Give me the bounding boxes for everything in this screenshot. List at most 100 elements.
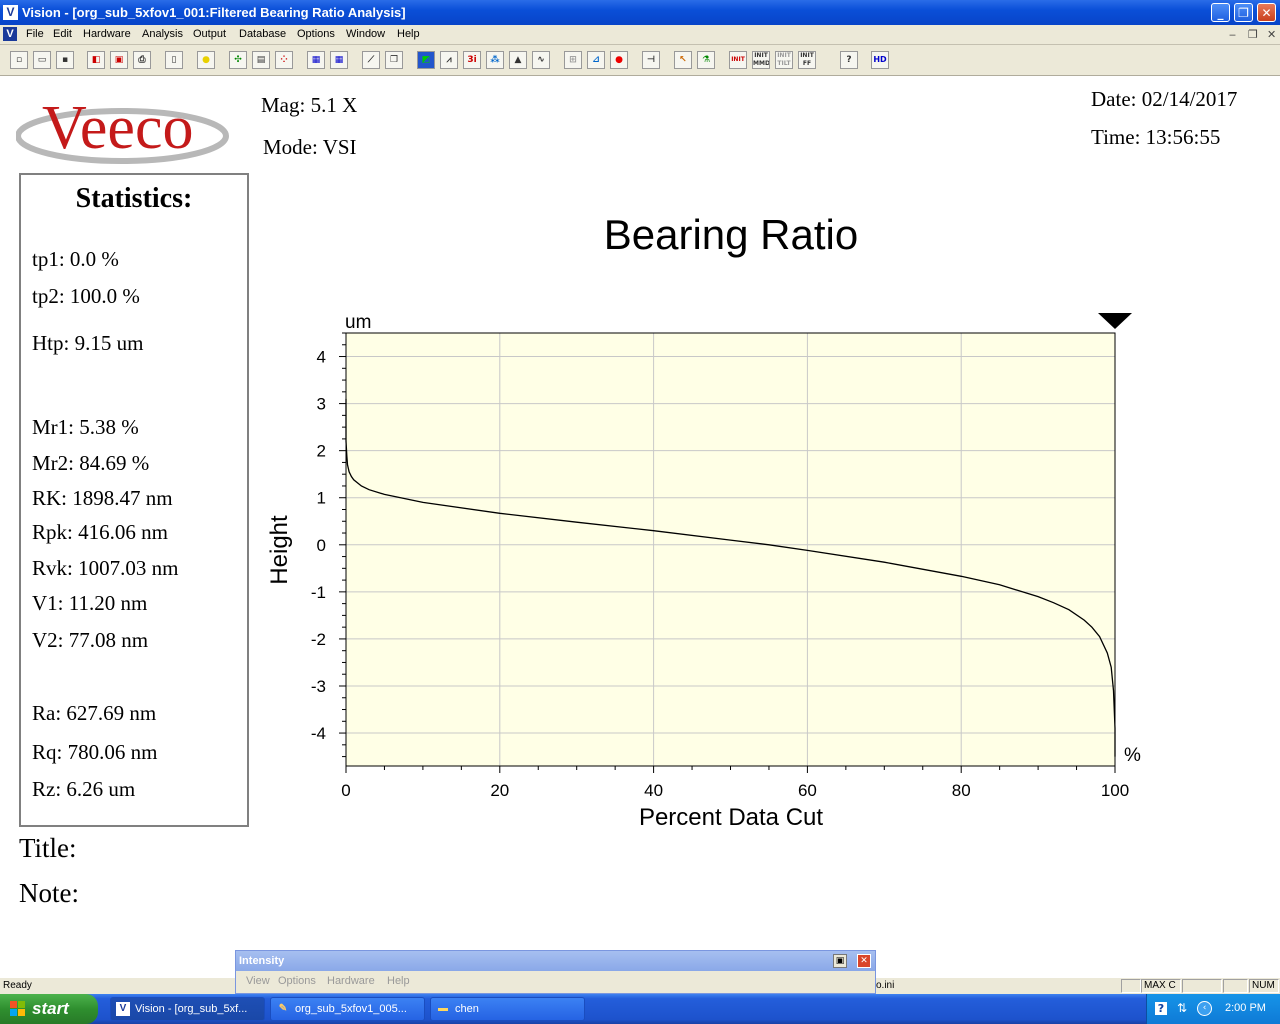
export-icon[interactable]: ◧: [87, 51, 105, 69]
3d-contour-icon[interactable]: ◩: [417, 51, 435, 69]
histogram-icon[interactable]: ⁂: [486, 51, 504, 69]
mdi-restore-button[interactable]: ❐: [1248, 28, 1258, 41]
menu-edit[interactable]: Edit: [53, 28, 72, 40]
menu-hardware[interactable]: Hardware: [83, 28, 131, 40]
init-icon[interactable]: INIT: [729, 51, 747, 69]
chevron-left-icon[interactable]: ‹: [1197, 1001, 1212, 1016]
task-folder[interactable]: ▬ chen: [430, 997, 585, 1021]
peaks-icon[interactable]: ▲: [509, 51, 527, 69]
print-icon[interactable]: ⎙: [133, 51, 151, 69]
x-tick-label: 40: [644, 781, 663, 800]
x-tick-label: 100: [1101, 781, 1129, 800]
document-icon[interactable]: V: [3, 27, 17, 41]
restore-button[interactable]: ❐: [1234, 3, 1253, 22]
y-tick-label: -3: [311, 677, 326, 696]
status-panel-1: [1121, 979, 1141, 993]
intensity-close-icon[interactable]: ✕: [857, 954, 871, 968]
menu-help[interactable]: Help: [397, 28, 420, 40]
report2-icon[interactable]: ▦: [330, 51, 348, 69]
stitch-icon[interactable]: ✣: [229, 51, 247, 69]
intensity-titlebar[interactable]: Intensity ▣ ✕: [236, 951, 875, 971]
intensity-menu-hardware[interactable]: Hardware: [327, 975, 375, 987]
cursor-marker-triangle: [1098, 313, 1132, 329]
window-titlebar[interactable]: V Vision - [org_sub_5xfov1_001:Filtered …: [0, 0, 1280, 25]
mask-icon[interactable]: ⊞: [564, 51, 582, 69]
y-tick-label: 0: [317, 536, 326, 555]
task-folder-label: chen: [455, 1003, 479, 1015]
menu-output[interactable]: Output: [193, 28, 226, 40]
status-text: Ready: [3, 980, 32, 991]
intensity-panel[interactable]: Intensity ▣ ✕ View Options Hardware Help: [235, 950, 876, 994]
report-icon[interactable]: ▦: [307, 51, 325, 69]
task-vision-label: Vision - [org_sub_5xf...: [135, 1003, 248, 1015]
profile-icon[interactable]: ⩘: [440, 51, 458, 69]
init-ff-icon[interactable]: INIT FF: [798, 51, 816, 69]
status-maxc: MAX C: [1141, 979, 1181, 993]
clock: 2:00 PM: [1225, 1002, 1266, 1014]
open-icon[interactable]: ▭: [33, 51, 51, 69]
init-mmd-icon[interactable]: INIT MMD: [752, 51, 770, 69]
copy-icon[interactable]: ❐: [385, 51, 403, 69]
menu-analysis[interactable]: Analysis: [142, 28, 183, 40]
flask-icon[interactable]: ⚗: [697, 51, 715, 69]
record-icon[interactable]: ●: [610, 51, 628, 69]
vision-app-icon[interactable]: V: [3, 5, 18, 20]
task-document[interactable]: ✎ org_sub_5xfov1_005...: [270, 997, 425, 1021]
task-vision[interactable]: V Vision - [org_sub_5xf...: [110, 997, 265, 1021]
menu-file[interactable]: File: [26, 28, 44, 40]
save-icon[interactable]: ▪: [56, 51, 74, 69]
pin-icon[interactable]: ▣: [833, 954, 847, 968]
help-icon[interactable]: ?: [840, 51, 858, 69]
init-tilt-icon[interactable]: INIT TILT: [775, 51, 793, 69]
status-panel-4: [1223, 979, 1248, 993]
taskbar: start V Vision - [org_sub_5xf... ✎ org_s…: [0, 994, 1280, 1024]
status-num: NUM: [1249, 979, 1279, 993]
bearing-ratio-chart: Bearing Ratio Percent Data Cut Height um…: [266, 211, 1141, 831]
y-tick-label: -4: [311, 724, 326, 743]
focus-icon[interactable]: ⊣: [642, 51, 660, 69]
mdi-close-button[interactable]: ✕: [1267, 28, 1276, 41]
bearing-ratio-icon[interactable]: ∿: [532, 51, 550, 69]
x-axis-label: Percent Data Cut: [639, 804, 823, 831]
help-tray-icon[interactable]: ?: [1155, 1002, 1167, 1015]
windows-flag-icon: [10, 1001, 25, 1016]
data-icon[interactable]: ⊿: [587, 51, 605, 69]
intensity-menu-options[interactable]: Options: [278, 975, 316, 987]
close-button[interactable]: ✕: [1257, 3, 1276, 22]
window-title: Vision - [org_sub_5xfov1_001:Filtered Be…: [22, 5, 406, 20]
light-icon[interactable]: ●: [197, 51, 215, 69]
report-document: Veeco Mag: 5.1 X Mode: VSI Date: 02/14/2…: [0, 76, 1280, 977]
minimize-button[interactable]: _: [1211, 3, 1230, 22]
vision-task-icon: V: [116, 1002, 130, 1016]
x-tick-label: 60: [798, 781, 817, 800]
network-tray-icon[interactable]: ⇅: [1177, 1001, 1187, 1015]
x-unit-label: %: [1124, 745, 1141, 766]
y-tick-label: 1: [317, 489, 326, 508]
y-axis-label: Height: [266, 515, 293, 585]
chart-title: Bearing Ratio: [604, 211, 858, 258]
intensity-menu-help[interactable]: Help: [387, 975, 410, 987]
menu-options[interactable]: Options: [297, 28, 335, 40]
system-tray: ? ⇅ ‹ 2:00 PM: [1146, 994, 1280, 1024]
intensity-menu-view[interactable]: View: [246, 975, 270, 987]
status-panel-3: [1182, 979, 1222, 993]
colormap-icon[interactable]: ⁘: [275, 51, 293, 69]
status-ini: o.ini: [876, 980, 895, 991]
intensity-title: Intensity: [239, 955, 285, 967]
start-button[interactable]: start: [0, 994, 98, 1024]
document-task-icon: ✎: [278, 1003, 288, 1014]
menu-database[interactable]: Database: [239, 28, 286, 40]
save-as-icon[interactable]: ▣: [110, 51, 128, 69]
cursor-icon[interactable]: ↖: [674, 51, 692, 69]
measure-icon[interactable]: ⟋: [362, 51, 380, 69]
new-icon[interactable]: ▫: [10, 51, 28, 69]
menu-window[interactable]: Window: [346, 28, 385, 40]
database-icon[interactable]: ▤: [252, 51, 270, 69]
toolbar: ▫ ▭ ▪ ◧ ▣ ⎙ ▯ ● ✣ ▤ ⁘ ▦ ▦ ⟋ ❐ ◩ ⩘ 3i ⁂ ▲…: [0, 45, 1280, 76]
y-unit-label: um: [345, 312, 371, 333]
page-icon[interactable]: ▯: [165, 51, 183, 69]
mdi-minimize-button[interactable]: ‒: [1229, 28, 1236, 41]
3d-interactive-icon[interactable]: 3i: [463, 51, 481, 69]
y-tick-label: 3: [317, 395, 326, 414]
hd-icon[interactable]: HD: [871, 51, 889, 69]
